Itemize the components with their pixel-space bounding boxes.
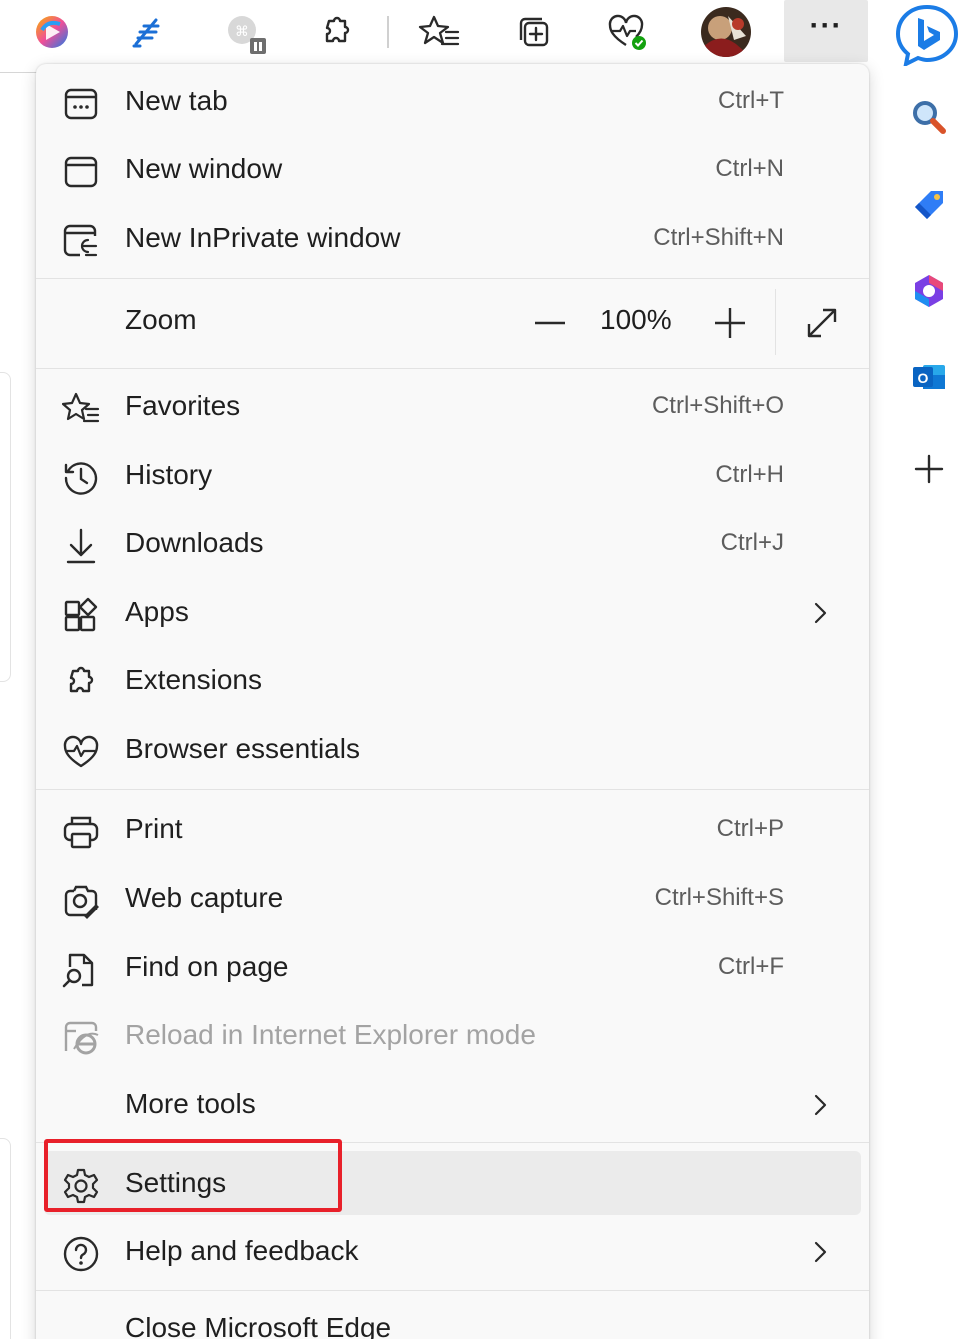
- menu-item-label: History: [125, 459, 213, 490]
- menu-divider: [36, 1290, 869, 1291]
- gear-icon: [62, 1167, 100, 1205]
- chevron-right-icon: [807, 1239, 833, 1265]
- menu-item-label: More tools: [125, 1088, 256, 1119]
- browser-essentials-icon[interactable]: [600, 4, 656, 60]
- zoom-out-button[interactable]: [524, 297, 576, 349]
- menu-item-downloads[interactable]: Downloads Ctrl+J: [44, 511, 861, 575]
- menu-item-browser-essentials[interactable]: Browser essentials: [44, 717, 861, 781]
- inprivate-icon: [62, 222, 100, 260]
- sidebar: O: [878, 0, 976, 1339]
- printer-icon: [62, 813, 100, 851]
- collections-icon[interactable]: [506, 4, 562, 60]
- settings-and-more-menu: New tab Ctrl+T New window Ctrl+N New InP…: [36, 64, 869, 1339]
- zoom-separator: [775, 289, 776, 355]
- web-capture-icon: [62, 882, 100, 920]
- menu-item-label: Apps: [125, 596, 189, 627]
- menu-item-label: Close Microsoft Edge: [125, 1312, 392, 1339]
- internet-explorer-icon: [62, 1019, 100, 1057]
- page-card: [0, 1138, 11, 1339]
- extensions-puzzle-icon: [62, 664, 100, 702]
- shortcut-label: Ctrl+T: [718, 87, 784, 114]
- zoom-label: Zoom: [125, 304, 197, 335]
- favorites-icon: [62, 390, 100, 428]
- bing-chat-icon[interactable]: [894, 4, 960, 66]
- menu-item-extensions[interactable]: Extensions: [44, 648, 861, 712]
- menu-item-label: Find on page: [125, 951, 289, 982]
- copilot-icon[interactable]: [24, 4, 80, 60]
- page-card: [0, 372, 11, 682]
- menu-item-history[interactable]: History Ctrl+H: [44, 443, 861, 507]
- svg-text:O: O: [918, 370, 929, 386]
- toolbar: ⌘ ···: [0, 0, 880, 64]
- menu-item-new-window[interactable]: New window Ctrl+N: [44, 137, 861, 201]
- menu-item-print[interactable]: Print Ctrl+P: [44, 797, 861, 861]
- shortcut-label: Ctrl+F: [718, 953, 784, 980]
- menu-item-new-inprivate-window[interactable]: New InPrivate window Ctrl+Shift+N: [44, 206, 861, 270]
- browser-window: ⌘ ··· O New tab Ctrl+T New window Ctrl+N…: [0, 0, 976, 1339]
- shortcut-label: Ctrl+N: [715, 155, 784, 182]
- toolbar-separator: [387, 16, 389, 48]
- add-icon[interactable]: [902, 442, 956, 496]
- profile-avatar[interactable]: [698, 4, 754, 60]
- menu-item-label: Reload in Internet Explorer mode: [125, 1019, 536, 1050]
- heart-pulse-icon: [62, 733, 100, 771]
- history-icon: [62, 459, 100, 497]
- fullscreen-button[interactable]: [796, 297, 848, 349]
- extension-paused-icon[interactable]: ⌘: [214, 4, 270, 60]
- menu-item-label: Settings: [125, 1167, 227, 1198]
- apps-icon: [62, 596, 100, 634]
- more-options-icon: ···: [809, 9, 843, 42]
- menu-item-web-capture[interactable]: Web capture Ctrl+Shift+S: [44, 866, 861, 930]
- menu-item-label: Downloads: [125, 527, 264, 558]
- shortcut-label: Ctrl+J: [720, 529, 784, 556]
- menu-item-label: Print: [125, 813, 183, 844]
- pen-feather-icon[interactable]: [118, 4, 174, 60]
- menu-item-label: New tab: [125, 85, 228, 116]
- menu-item-favorites[interactable]: Favorites Ctrl+Shift+O: [44, 374, 861, 438]
- menu-item-close-edge[interactable]: Close Microsoft Edge: [44, 1296, 861, 1339]
- search-icon[interactable]: [902, 90, 956, 144]
- menu-item-find-on-page[interactable]: Find on page Ctrl+F: [44, 935, 861, 999]
- outlook-icon[interactable]: O: [902, 350, 956, 404]
- download-icon: [62, 527, 100, 565]
- help-icon: [62, 1235, 100, 1273]
- shortcut-label: Ctrl+Shift+O: [651, 392, 784, 419]
- menu-item-label: New window: [125, 153, 283, 184]
- zoom-in-button[interactable]: [704, 297, 756, 349]
- new-tab-icon: [62, 85, 100, 123]
- favorites-icon[interactable]: [412, 4, 468, 60]
- shortcut-label: Ctrl+Shift+S: [654, 884, 784, 911]
- find-on-page-icon: [62, 951, 100, 989]
- menu-item-new-tab[interactable]: New tab Ctrl+T: [44, 69, 861, 133]
- menu-divider: [36, 1142, 869, 1143]
- zoom-level: 100%: [600, 304, 672, 335]
- zoom-row: Zoom 100%: [44, 289, 861, 355]
- menu-item-label: Browser essentials: [125, 733, 360, 764]
- menu-item-settings[interactable]: Settings: [44, 1151, 861, 1215]
- extensions-puzzle-icon[interactable]: [308, 4, 364, 60]
- shopping-tag-icon[interactable]: [902, 178, 956, 232]
- menu-item-help-and-feedback[interactable]: Help and feedback: [44, 1219, 861, 1283]
- menu-divider: [36, 368, 869, 369]
- chevron-right-icon: [807, 1092, 833, 1118]
- more-options-button[interactable]: ···: [784, 0, 868, 62]
- shortcut-label: Ctrl+Shift+N: [653, 224, 784, 251]
- menu-item-apps[interactable]: Apps: [44, 580, 861, 644]
- menu-item-label: Web capture: [125, 882, 284, 913]
- menu-divider: [36, 278, 869, 279]
- new-window-icon: [62, 153, 100, 191]
- shortcut-label: Ctrl+P: [716, 815, 784, 842]
- menu-item-reload-ie-mode: Reload in Internet Explorer mode: [44, 1003, 861, 1067]
- chevron-right-icon: [807, 600, 833, 626]
- menu-divider: [36, 789, 869, 790]
- menu-item-label: Extensions: [125, 664, 262, 695]
- page-divider: [0, 72, 40, 73]
- menu-item-label: New InPrivate window: [125, 222, 401, 253]
- microsoft-365-icon[interactable]: [902, 264, 956, 318]
- menu-item-more-tools[interactable]: More tools: [44, 1072, 861, 1136]
- menu-item-label: Favorites: [125, 390, 241, 421]
- svg-text:⌘: ⌘: [235, 24, 249, 40]
- menu-item-label: Help and feedback: [125, 1235, 359, 1266]
- shortcut-label: Ctrl+H: [715, 461, 784, 488]
